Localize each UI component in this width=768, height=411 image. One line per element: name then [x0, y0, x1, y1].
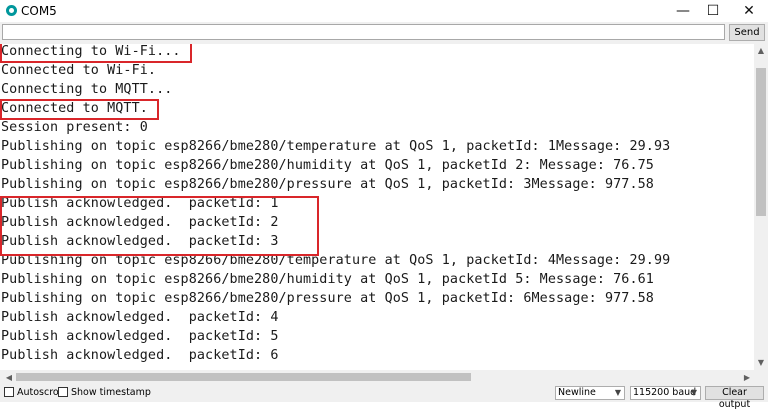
maximize-button[interactable]: ☐: [698, 0, 728, 22]
line-ending-value: Newline: [558, 387, 596, 398]
horizontal-scroll-thumb[interactable]: [16, 373, 471, 381]
output-line: Publish acknowledged. packetId: 4: [1, 310, 279, 325]
autoscroll-checkbox[interactable]: [4, 387, 14, 397]
status-bar: Autoscroll Show timestamp Newline ▼ 1152…: [0, 384, 768, 410]
output-line: Publish acknowledged. packetId: 5: [1, 329, 279, 344]
clear-output-button[interactable]: Clear output: [705, 386, 764, 410]
highlight-box-acks: [0, 196, 319, 256]
baud-rate-select[interactable]: 115200 baud ▼: [630, 386, 701, 400]
title-bar: COM5 — ☐ ✕: [0, 0, 768, 22]
window-title: COM5: [21, 4, 57, 18]
minimize-button[interactable]: —: [668, 0, 698, 22]
serial-output: Connecting to Wi-Fi... Connected to Wi-F…: [0, 44, 754, 370]
timestamp-checkbox[interactable]: [58, 387, 68, 397]
autoscroll-label: Autoscroll: [17, 387, 65, 398]
scroll-corner: [754, 370, 768, 384]
send-button[interactable]: Send: [729, 24, 765, 41]
output-line: Session present: 0: [1, 120, 148, 135]
output-line: Publishing on topic esp8266/bme280/press…: [1, 291, 654, 306]
scroll-left-icon[interactable]: ◀: [2, 373, 16, 382]
output-line: Publish acknowledged. packetId: 6: [1, 348, 279, 363]
output-line: Connected to Wi-Fi.: [1, 63, 157, 78]
vertical-scrollbar[interactable]: ▲ ▼: [754, 44, 768, 370]
scroll-down-icon[interactable]: ▼: [754, 358, 768, 367]
baud-rate-value: 115200 baud: [633, 387, 697, 398]
scroll-up-icon[interactable]: ▲: [754, 46, 768, 55]
output-line: Publishing on topic esp8266/bme280/tempe…: [1, 139, 671, 154]
vertical-scroll-thumb[interactable]: [756, 68, 766, 216]
scroll-right-icon[interactable]: ▶: [740, 373, 754, 382]
timestamp-label: Show timestamp: [71, 387, 151, 398]
output-line: Publishing on topic esp8266/bme280/humid…: [1, 158, 654, 173]
line-ending-select[interactable]: Newline ▼: [555, 386, 625, 400]
send-input[interactable]: [2, 24, 725, 40]
arduino-icon: [6, 5, 17, 16]
highlight-box-mqtt: [0, 99, 159, 120]
highlight-box-wifi: [0, 44, 192, 63]
close-button[interactable]: ✕: [734, 0, 764, 22]
output-line: Publishing on topic esp8266/bme280/press…: [1, 177, 654, 192]
horizontal-scrollbar[interactable]: ◀ ▶: [0, 370, 754, 384]
output-line: Publishing on topic esp8266/bme280/humid…: [1, 272, 654, 287]
chevron-down-icon: ▼: [614, 388, 621, 397]
chevron-down-icon: ▼: [690, 388, 697, 397]
